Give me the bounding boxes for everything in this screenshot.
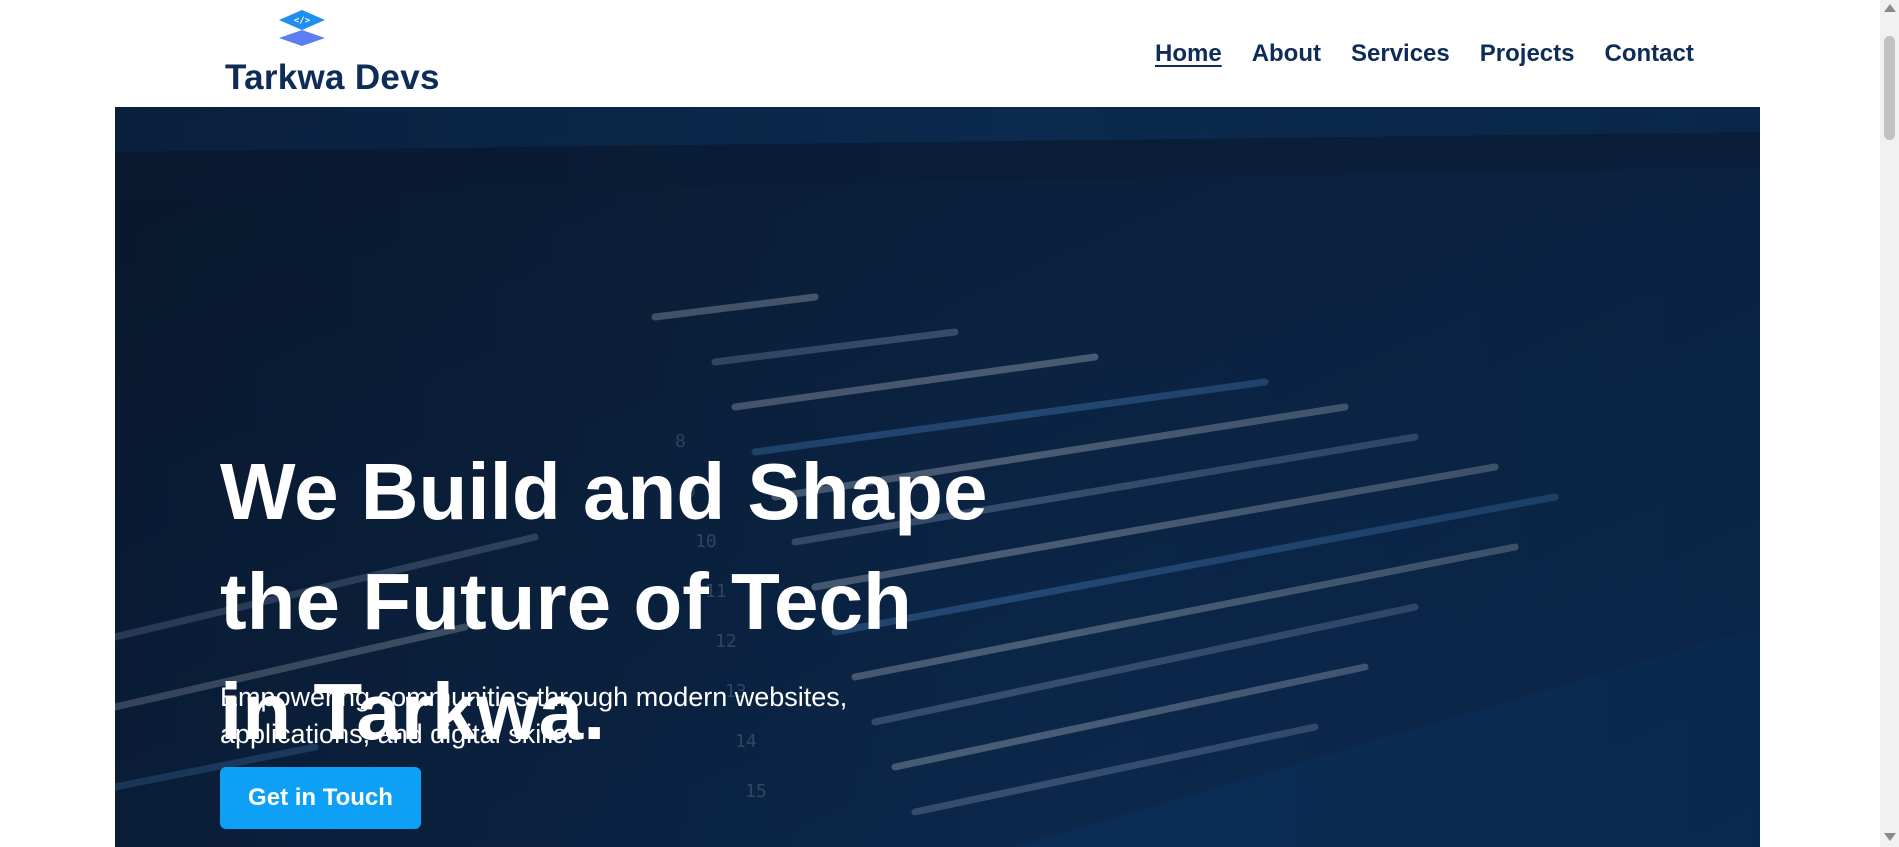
nav-services-link[interactable]: Services xyxy=(1351,40,1450,68)
page-scrollbar[interactable] xyxy=(1880,0,1899,847)
hero-title-line: the Future of Tech xyxy=(220,557,912,646)
get-in-touch-button[interactable]: Get in Touch xyxy=(220,767,421,829)
brand-logo[interactable]: </> Tarkwa Devs xyxy=(225,6,440,101)
nav-about-link[interactable]: About xyxy=(1252,40,1321,68)
hero-subtitle: Empowering communities through modern we… xyxy=(220,682,848,749)
nav-projects-link[interactable]: Projects xyxy=(1480,40,1575,68)
code-layers-icon: </> xyxy=(279,10,325,46)
svg-text:</>: </> xyxy=(294,16,311,26)
hero-title-line: We Build and Shape xyxy=(220,447,988,536)
hero-section: 8 9 10 11 12 13 14 15 We Build and Shape… xyxy=(115,107,1760,847)
main-nav: Home About Services Projects Contact xyxy=(1155,40,1694,68)
nav-home-link[interactable]: Home xyxy=(1155,40,1222,68)
scroll-thumb[interactable] xyxy=(1884,36,1895,140)
nav-contact-link[interactable]: Contact xyxy=(1604,40,1693,68)
scroll-up-icon[interactable] xyxy=(1884,4,1896,12)
scroll-down-icon[interactable] xyxy=(1884,833,1896,841)
brand-name: Tarkwa Devs xyxy=(225,58,440,97)
site-header: </> Tarkwa Devs Home About Services Proj… xyxy=(0,0,1880,107)
